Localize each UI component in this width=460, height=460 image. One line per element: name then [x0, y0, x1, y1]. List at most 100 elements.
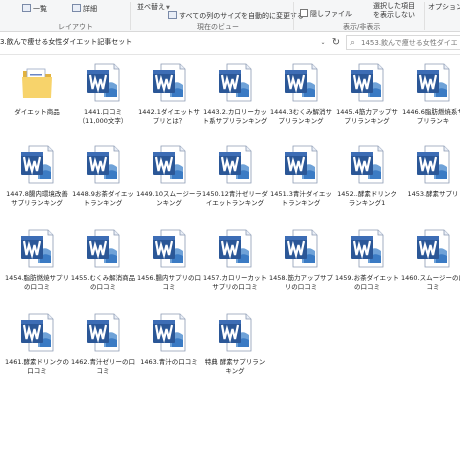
word-document-icon	[151, 143, 187, 185]
file-label: 1457.カロリーカットサプリの口コミ	[202, 274, 268, 291]
file-item[interactable]: 1460.スムージーの口コミ	[400, 224, 460, 310]
file-item[interactable]: 1459.お茶ダイエットの口コミ	[334, 224, 400, 310]
file-label: 1459.お茶ダイエットの口コミ	[334, 274, 400, 291]
word-document-icon	[283, 143, 319, 185]
word-document-icon	[415, 227, 451, 269]
group-current-view: 現在のビュー	[197, 23, 239, 31]
address-bar: 3.飲んで痩せる女性ダイエット記事セット ⌄ ↻ ⌕	[0, 32, 460, 55]
file-item[interactable]: 1457.カロリーカットサプリの口コミ	[202, 224, 268, 310]
file-item[interactable]: 1453.酵素サプリ	[400, 140, 460, 226]
file-label: 特典 酵素サプリランキング	[204, 358, 266, 375]
word-document-icon	[415, 143, 451, 185]
folder-item[interactable]: ダイエット商品	[4, 58, 70, 144]
ribbon-item-details[interactable]: 詳細	[72, 4, 97, 14]
file-label: 1452..酵素ドリンクランキング1	[337, 190, 397, 207]
file-item[interactable]: 1448.9お茶ダイエットランキング	[70, 140, 136, 226]
word-document-icon	[349, 227, 385, 269]
hide-selected-button[interactable]: 選択した項目を表示しない	[372, 2, 416, 20]
list-view-icon	[22, 4, 31, 12]
file-item[interactable]: 1446.6脂肪燃焼系サプリランキ	[400, 58, 460, 144]
word-document-icon	[217, 311, 253, 353]
refresh-icon[interactable]: ↻	[330, 35, 342, 50]
file-item[interactable]: 1452..酵素ドリンクランキング1	[334, 140, 400, 226]
ribbon-item-list[interactable]: 一覧	[22, 4, 47, 14]
autosize-columns-button[interactable]: すべての列のサイズを自動的に変更する	[168, 11, 304, 21]
group-show-hide: 表示/非表示	[343, 23, 381, 31]
file-label: 1453.酵素サプリ	[407, 190, 459, 198]
file-item[interactable]: 1456.腸内サプリの口コミ	[136, 224, 202, 310]
file-label: 1460.スムージーの口コミ	[401, 274, 460, 291]
word-document-icon	[19, 311, 55, 353]
file-item[interactable]: 1458.筋力アップサプリの口コミ	[268, 224, 334, 310]
word-document-icon	[85, 227, 121, 269]
file-label: ダイエット商品	[14, 108, 60, 116]
file-label: 1450.12青汁ゼリーダイエットランキング	[202, 190, 268, 207]
file-label: 1449.10スムージーランキング	[136, 190, 202, 207]
word-document-icon	[85, 311, 121, 353]
search-input[interactable]	[361, 37, 459, 48]
file-item[interactable]: 1451.3青汁ダイエットランキング	[268, 140, 334, 226]
file-item[interactable]: 1441.口コミ（11,000文字）	[70, 58, 136, 144]
file-label: 1463.青汁の口コミ	[140, 358, 198, 366]
address-path[interactable]: 3.飲んで痩せる女性ダイエット記事セット	[0, 35, 318, 50]
chevron-down-icon[interactable]: ⌄	[318, 35, 328, 50]
file-item[interactable]: 1454.脂肪燃焼サプリの口コミ	[4, 224, 70, 310]
file-label: 1456.腸内サプリの口コミ	[136, 274, 202, 291]
word-document-icon	[19, 227, 55, 269]
file-label: 1441.口コミ（11,000文字）	[78, 108, 128, 125]
word-document-icon	[217, 227, 253, 269]
word-document-icon	[283, 227, 319, 269]
file-item[interactable]: 1445.4筋力アップサプリランキング	[334, 58, 400, 144]
file-label: 1455.むくみ解消商品の口コミ	[70, 274, 136, 291]
ribbon: 一覧 詳細 レイアウト 並べ替え▼ すべての列のサイズを自動的に変更する 現在の…	[0, 0, 460, 32]
word-document-icon	[151, 227, 187, 269]
word-document-icon	[415, 61, 451, 103]
word-document-icon	[217, 61, 253, 103]
word-document-icon	[283, 61, 319, 103]
file-label: 1442.1ダイエットサプリとは？	[138, 108, 200, 125]
file-label: 1448.9お茶ダイエットランキング	[72, 190, 134, 207]
file-label: 1443.2.カロリーカット系サプリランキング	[202, 108, 268, 125]
file-label: 1446.6脂肪燃焼系サプリランキ	[402, 108, 460, 125]
file-label: 1447.8腸内環境改善サプリランキング	[6, 190, 68, 207]
word-document-icon	[85, 61, 121, 103]
file-item[interactable]: 1444.3むくみ解消サプリランキング	[268, 58, 334, 144]
ribbon-separator	[130, 2, 131, 30]
file-label: 1458.筋力アップサプリの口コミ	[268, 274, 334, 291]
file-label: 1445.4筋力アップサプリランキング	[336, 108, 398, 125]
file-item[interactable]: 1447.8腸内環境改善サプリランキング	[4, 140, 70, 226]
group-layout: レイアウト	[58, 23, 93, 31]
word-document-icon	[349, 143, 385, 185]
details-view-icon	[72, 4, 81, 12]
file-label: 1444.3むくみ解消サプリランキング	[269, 108, 332, 125]
file-item[interactable]: 1461.酵素ドリンクの口コミ	[4, 308, 70, 394]
word-document-icon	[151, 61, 187, 103]
file-item[interactable]: 1449.10スムージーランキング	[136, 140, 202, 226]
folder-icon	[19, 61, 55, 103]
search-box[interactable]: ⌕	[346, 35, 460, 50]
file-item[interactable]: 1455.むくみ解消商品の口コミ	[70, 224, 136, 310]
file-item[interactable]: 1450.12青汁ゼリーダイエットランキング	[202, 140, 268, 226]
ribbon-separator	[293, 2, 294, 30]
file-item[interactable]: 1462.青汁ゼリーの口コミ	[70, 308, 136, 394]
word-document-icon	[19, 143, 55, 185]
file-label: 1451.3青汁ダイエットランキング	[270, 190, 332, 207]
hidden-files-checkbox[interactable]: 隠しファイル	[300, 9, 352, 19]
file-item[interactable]: 1463.青汁の口コミ	[136, 308, 202, 394]
file-label: 1454.脂肪燃焼サプリの口コミ	[4, 274, 70, 291]
file-item[interactable]: 1443.2.カロリーカット系サプリランキング	[202, 58, 268, 144]
autosize-icon	[168, 11, 177, 19]
file-label: 1461.酵素ドリンクの口コミ	[4, 358, 70, 375]
file-label: 1462.青汁ゼリーの口コミ	[70, 358, 136, 375]
word-document-icon	[151, 311, 187, 353]
search-icon: ⌕	[350, 38, 356, 48]
word-document-icon	[349, 61, 385, 103]
file-item[interactable]: 特典 酵素サプリランキング	[202, 308, 268, 394]
checkbox-icon	[300, 9, 308, 17]
word-document-icon	[85, 143, 121, 185]
ribbon-separator	[424, 2, 425, 30]
file-item[interactable]: 1442.1ダイエットサプリとは？	[136, 58, 202, 144]
word-document-icon	[217, 143, 253, 185]
sort-button[interactable]: 並べ替え▼	[137, 2, 170, 12]
options-button[interactable]: オプション	[428, 2, 460, 12]
